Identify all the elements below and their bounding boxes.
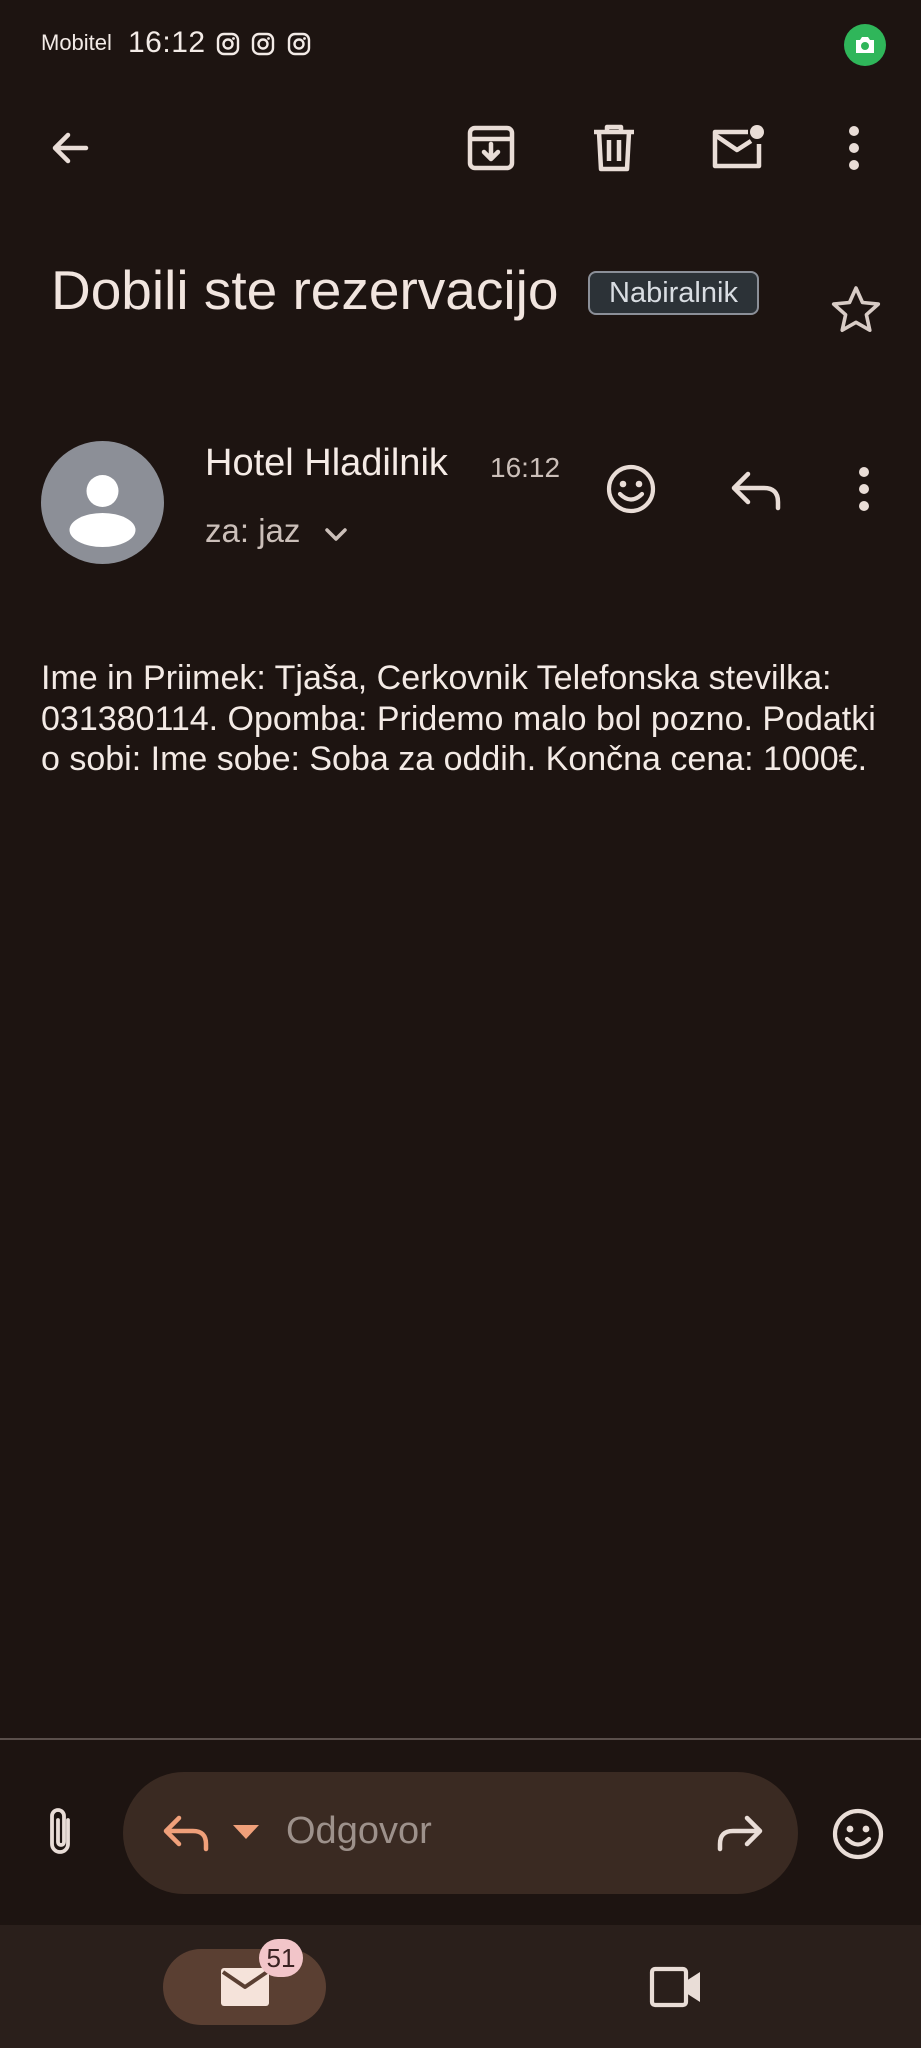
star-icon: [831, 286, 881, 332]
archive-button[interactable]: [461, 118, 521, 178]
archive-icon: [467, 125, 515, 171]
more-vert-icon: [859, 467, 869, 511]
delete-icon: [594, 124, 634, 172]
forward-icon: [717, 1815, 763, 1852]
unread-count-badge: 51: [259, 1939, 303, 1977]
camera-in-use-indicator: [844, 24, 886, 66]
add-reaction-button[interactable]: [604, 462, 658, 516]
inbox-label-chip[interactable]: Nabiralnik: [588, 271, 759, 315]
message-more-button[interactable]: [846, 462, 882, 516]
email-subject: Dobili ste rezervacijo: [51, 259, 559, 321]
reply-icon: [731, 471, 781, 511]
emoji-reaction-button[interactable]: [830, 1806, 886, 1862]
instagram-icon: [251, 32, 275, 56]
carrier-label: Mobitel: [41, 30, 112, 55]
recipient-details[interactable]: za: jaz: [205, 512, 300, 550]
sender-avatar[interactable]: [41, 441, 164, 564]
forward-button[interactable]: [713, 1808, 765, 1856]
more-options-button[interactable]: [824, 118, 884, 178]
reply-button[interactable]: [728, 462, 784, 516]
person-icon: [69, 475, 136, 547]
emoji-icon: [832, 1808, 884, 1860]
instagram-icon: [216, 32, 240, 56]
video-camera-icon: [649, 1966, 700, 2008]
reply-mode-icon[interactable]: [161, 1808, 213, 1856]
camera-icon: [853, 35, 877, 55]
delete-button[interactable]: [584, 118, 644, 178]
email-body: Ime in Priimek: Tjaša, Cerkovnik Telefon…: [41, 659, 876, 778]
sender-name[interactable]: Hotel Hladilnik: [205, 442, 448, 485]
back-button[interactable]: [40, 118, 100, 178]
chevron-down-icon[interactable]: [321, 519, 351, 549]
mail-icon: [220, 1968, 269, 2006]
reply-composer[interactable]: Odgovor: [123, 1772, 798, 1894]
paperclip-icon: [50, 1808, 70, 1854]
attach-button[interactable]: [40, 1806, 82, 1858]
nav-meet-tab[interactable]: [648, 1965, 704, 2009]
divider: [0, 1738, 921, 1740]
mark-unread-button[interactable]: [707, 118, 767, 178]
bottom-navigation: 51: [0, 1925, 921, 2048]
reply-icon: [163, 1815, 209, 1852]
more-vert-icon: [849, 126, 859, 170]
email-time: 16:12: [490, 452, 561, 483]
instagram-icon: [287, 32, 311, 56]
caret-down-icon[interactable]: [231, 1822, 261, 1842]
mark-unread-icon: [712, 125, 764, 169]
star-button[interactable]: [830, 284, 882, 334]
reply-input-placeholder[interactable]: Odgovor: [286, 1810, 432, 1853]
emoji-icon: [606, 464, 656, 514]
status-time: 16:12: [128, 26, 206, 59]
arrow-left-icon: [52, 132, 89, 164]
